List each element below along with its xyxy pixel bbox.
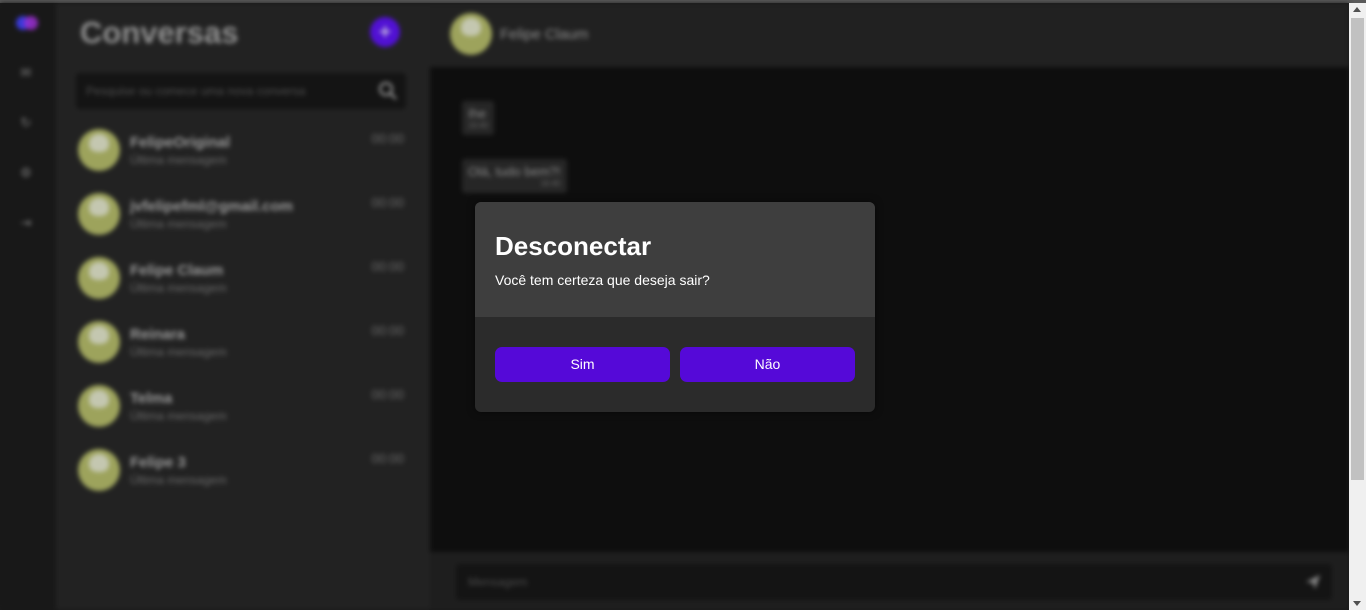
conversation-name: Felipe Claum xyxy=(130,262,224,279)
conversation-time: 00:00 xyxy=(371,195,404,210)
new-conversation-button[interactable]: + xyxy=(370,17,400,47)
conversation-item[interactable]: Telma Última mensagem 00:00 xyxy=(78,385,404,441)
message-text: Olá, tudo bem?! xyxy=(468,164,561,179)
scrollbar[interactable] xyxy=(1349,3,1366,610)
message-bubble: Ihe 16:40 xyxy=(462,101,495,135)
conversation-name: FelipeOriginal xyxy=(130,134,231,151)
avatar xyxy=(78,193,120,235)
confirm-button[interactable]: Sim xyxy=(495,347,670,382)
message-time: 16:40 xyxy=(468,121,489,130)
scrollbar-thumb[interactable] xyxy=(1351,18,1364,480)
icon-rail: ✉ ↻ ⚙ ⇥ xyxy=(0,3,56,610)
conversation-item[interactable]: Felipe Claum Última mensagem 00:00 xyxy=(78,257,404,313)
logout-dialog: Desconectar Você tem certeza que deseja … xyxy=(475,202,875,412)
conversations-panel: Conversas + Pesquise ou comece uma nova … xyxy=(56,3,430,610)
scroll-up-arrow-icon[interactable] xyxy=(1353,7,1361,12)
chat-nav-icon[interactable]: ✉ xyxy=(18,65,34,81)
cancel-button[interactable]: Não xyxy=(680,347,855,382)
chat-header: Felipe Claum xyxy=(430,3,1349,67)
conversation-last-message: Última mensagem xyxy=(130,153,227,167)
dialog-title: Desconectar xyxy=(495,231,652,261)
app-logo-icon xyxy=(16,16,38,30)
conversation-time: 00:00 xyxy=(371,387,404,402)
avatar xyxy=(78,321,120,363)
conversation-name: Telma xyxy=(130,390,173,407)
conversation-name: Reinara xyxy=(130,326,186,343)
avatar xyxy=(78,129,120,171)
conversation-last-message: Última mensagem xyxy=(130,217,227,231)
conversation-last-message: Última mensagem xyxy=(130,409,227,423)
search-placeholder: Pesquise ou comece uma nova conversa xyxy=(86,84,306,98)
conversation-time: 00:00 xyxy=(371,131,404,146)
conversation-item[interactable]: Felipe 3 Última mensagem 00:00 xyxy=(78,449,404,505)
conversation-item[interactable]: jvfelipefml@gmail.com Última mensagem 00… xyxy=(78,193,404,249)
status-nav-icon[interactable]: ↻ xyxy=(18,115,34,131)
dialog-message: Você tem certeza que deseja sair? xyxy=(495,272,710,288)
logout-nav-icon[interactable]: ⇥ xyxy=(18,215,34,231)
avatar xyxy=(78,449,120,491)
message-input[interactable]: Mensagem xyxy=(456,564,1332,600)
conversation-time: 00:00 xyxy=(371,451,404,466)
conversation-last-message: Última mensagem xyxy=(130,473,227,487)
conversation-name: Felipe 3 xyxy=(130,454,186,471)
conversation-item[interactable]: Reinara Última mensagem 00:00 xyxy=(78,321,404,377)
message-text: Ihe xyxy=(468,106,487,121)
search-icon[interactable] xyxy=(378,81,398,101)
search-input[interactable]: Pesquise ou comece uma nova conversa xyxy=(76,73,406,109)
chat-contact-name: Felipe Claum xyxy=(500,26,589,43)
conversation-last-message: Última mensagem xyxy=(130,345,227,359)
composer: Mensagem xyxy=(430,552,1349,610)
message-time: 16:40 xyxy=(540,179,561,188)
conversation-last-message: Última mensagem xyxy=(130,281,227,295)
scroll-down-arrow-icon[interactable] xyxy=(1353,601,1361,606)
message-input-placeholder: Mensagem xyxy=(468,575,528,589)
message-bubble: Olá, tudo bem?! 16:40 xyxy=(462,159,567,193)
send-icon[interactable] xyxy=(1304,573,1322,591)
settings-nav-icon[interactable]: ⚙ xyxy=(18,165,34,181)
avatar xyxy=(78,257,120,299)
conversation-time: 00:00 xyxy=(371,259,404,274)
avatar xyxy=(78,385,120,427)
conversation-time: 00:00 xyxy=(371,323,404,338)
avatar xyxy=(450,13,492,55)
conversation-item[interactable]: FelipeOriginal Última mensagem 00:00 xyxy=(78,129,404,185)
conversation-name: jvfelipefml@gmail.com xyxy=(130,198,294,215)
conversations-title: Conversas xyxy=(80,15,239,50)
